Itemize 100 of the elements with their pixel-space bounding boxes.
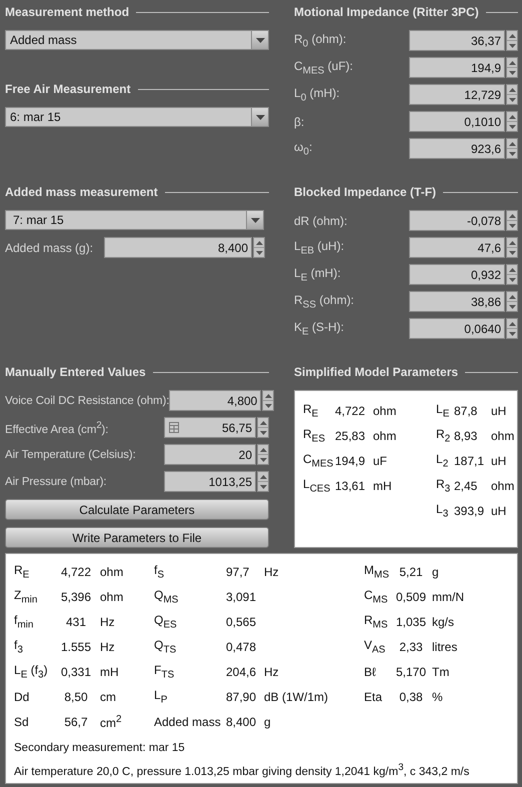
number-field[interactable]: 1013,25	[164, 471, 256, 492]
parameter-unit: Hz	[100, 614, 115, 628]
down-arrow-icon	[508, 278, 516, 282]
number-field[interactable]: 0,1010	[409, 111, 505, 132]
parameter-symbol: F$_{TS}$	[154, 662, 176, 680]
parameter-unit: Hz	[264, 664, 279, 678]
parameter-value: 8,93	[454, 428, 478, 442]
caret-down-icon	[256, 38, 264, 42]
parameter-unit: uH	[491, 404, 506, 418]
parameter-symbol: Q$_{TS}$	[154, 638, 178, 656]
parameter-value: 393,9	[454, 504, 486, 518]
parameter-value: 1,035	[394, 614, 428, 628]
number-field[interactable]: 923,6	[409, 138, 505, 159]
parameter-value: 5,21	[398, 564, 424, 578]
number-field[interactable]: 56,75	[164, 417, 256, 438]
up-arrow-icon	[508, 214, 516, 218]
number-field[interactable]: 0,0640	[409, 318, 505, 339]
parameter-symbol: f$_{min}$	[14, 612, 34, 630]
parameter-value: 13,61	[335, 478, 366, 492]
parameter-value: 0,565	[226, 614, 258, 628]
parameter-value: 5,396	[60, 590, 92, 604]
parameter-unit: mH	[373, 478, 392, 492]
section-title: Added mass measurement	[5, 185, 158, 199]
spin-down-button[interactable]	[507, 301, 517, 311]
spin-down-button[interactable]	[507, 328, 517, 338]
parameter-symbol: R$_{MS}$	[364, 612, 389, 630]
number-field[interactable]: -0,078	[409, 210, 505, 231]
parameter-unit: Hz	[100, 640, 115, 654]
spin-down-button[interactable]	[507, 94, 517, 104]
number-field[interactable]: 0,932	[409, 264, 505, 285]
parameter-value: 87,90	[226, 690, 258, 704]
spin-down-button[interactable]	[507, 67, 517, 77]
parameter-symbol: Sd	[14, 714, 30, 728]
parameter-value: 5,170	[394, 664, 428, 678]
caret-down-icon	[256, 114, 264, 120]
number-field[interactable]: 38,86	[409, 291, 505, 312]
spin-down-button[interactable]	[507, 247, 517, 257]
parameter-symbol: R$_{E}$	[14, 562, 30, 580]
dropdown-arrow-button[interactable]	[246, 211, 263, 229]
up-arrow-icon	[508, 240, 516, 244]
spin-down-button[interactable]	[507, 220, 517, 230]
parameter-symbol: Q$_{MS}$	[154, 588, 180, 606]
parameter-symbol: Added mass	[154, 714, 222, 728]
field-label: C$_{MES}$ (uF):	[294, 58, 354, 76]
spin-down-button[interactable]	[507, 148, 517, 158]
number-field[interactable]: 20	[164, 444, 256, 465]
dropdown[interactable]: 7: mar 15	[5, 210, 264, 230]
number-field[interactable]: 47,6	[409, 237, 505, 258]
parameter-unit: mH	[100, 664, 119, 678]
spin-down-button[interactable]	[507, 40, 517, 50]
result-note: Air temperature 20,0 C, pressure 1.013,25 mbar giving density 1,2041 kg/m$^{3}$, c 343,2 m/s	[14, 761, 470, 777]
section-title: Manually Entered Values	[5, 365, 146, 379]
spin-down-button[interactable]	[507, 274, 517, 284]
parameter-value: 2,33	[398, 640, 424, 654]
parameter-symbol: L$_{P}$	[154, 688, 168, 706]
parameter-value: 0,38	[398, 690, 424, 704]
dropdown[interactable]: Added mass	[5, 30, 269, 50]
parameter-symbol: L$_{2}$	[436, 452, 450, 470]
spin-down-button[interactable]	[263, 400, 274, 410]
parameter-symbol: C$_{MS}$	[364, 588, 389, 606]
dropdown[interactable]: 6: mar 15	[5, 107, 269, 127]
parameter-value: 0,331	[60, 664, 92, 678]
field-label: Effective Area (cm$^{2}$):	[5, 420, 108, 436]
parameter-symbol: Eta	[364, 690, 384, 704]
action-button[interactable]: Calculate Parameters	[5, 499, 269, 520]
field-label: K$_{E}$ (S-H):	[294, 320, 344, 338]
down-arrow-icon	[508, 250, 516, 254]
spin-down-button[interactable]	[507, 121, 517, 131]
dropdown-arrow-button[interactable]	[251, 31, 268, 49]
parameter-unit: %	[432, 690, 443, 704]
number-field[interactable]: 8,400	[104, 237, 252, 258]
spin-down-button[interactable]	[258, 454, 268, 464]
number-field[interactable]: 36,37	[409, 30, 505, 51]
parameter-value: 204,6	[226, 664, 258, 678]
parameter-value: 8,400	[226, 714, 258, 728]
dropdown-arrow-button[interactable]	[251, 108, 268, 126]
number-field[interactable]: 12,729	[409, 84, 505, 105]
spin-down-button[interactable]	[258, 481, 268, 491]
parameter-value: 187,1	[454, 454, 486, 468]
down-arrow-icon	[264, 404, 272, 408]
up-arrow-icon	[508, 142, 516, 146]
up-arrow-icon	[508, 294, 516, 298]
up-arrow-icon	[260, 448, 266, 452]
parameter-unit: ohm	[373, 404, 396, 418]
spin-down-button[interactable]	[254, 247, 264, 257]
number-field[interactable]: 194,9	[409, 57, 505, 78]
up-arrow-icon	[508, 268, 516, 272]
result-note: Secondary measurement: mar 15	[14, 741, 186, 756]
calculator-icon[interactable]	[169, 422, 179, 433]
parameter-unit: uH	[491, 504, 506, 518]
parameter-value: 4,722	[335, 404, 366, 418]
down-arrow-icon	[508, 224, 516, 228]
parameter-unit: g	[432, 564, 439, 578]
parameter-value: 2,45	[454, 478, 478, 492]
up-arrow-icon	[508, 34, 516, 38]
parameter-unit: ohm	[491, 428, 514, 442]
number-field[interactable]: 4,800	[169, 390, 262, 411]
spin-down-button[interactable]	[258, 427, 268, 437]
down-arrow-icon	[508, 152, 516, 156]
action-button[interactable]: Write Parameters to File	[5, 527, 269, 548]
